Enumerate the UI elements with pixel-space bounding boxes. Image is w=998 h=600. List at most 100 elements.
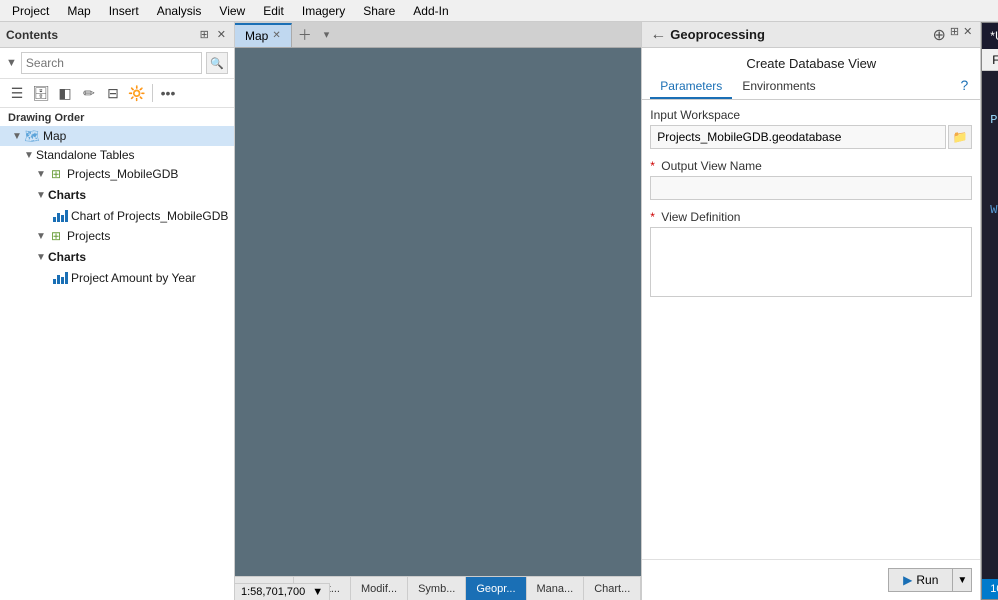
tree-chart2-label: Project Amount by Year xyxy=(71,271,196,285)
highlight-icon[interactable]: 🔆 xyxy=(126,82,148,104)
scale-dropdown-icon[interactable]: ▼ xyxy=(312,586,323,598)
menu-project[interactable]: Project xyxy=(4,2,57,20)
tree-standalone-tables[interactable]: ▼ Standalone Tables xyxy=(0,146,234,164)
pencil-icon[interactable]: ✏ xyxy=(78,82,100,104)
view-definition-label: * View Definition xyxy=(650,210,972,224)
expand-pmgdb-icon[interactable]: ▼ xyxy=(36,169,48,180)
charts-label-1: Charts xyxy=(48,186,86,204)
code-line-9: FROM cte xyxy=(990,489,998,507)
menu-share[interactable]: Share xyxy=(355,2,403,20)
contents-header: Contents ⊞ ✕ xyxy=(0,22,234,48)
search-input[interactable] xyxy=(21,52,202,74)
tree-item-map[interactable]: ▼ 🗺 Map xyxy=(0,126,234,146)
tab-symb[interactable]: Symb... xyxy=(408,577,466,600)
more-icon[interactable]: ••• xyxy=(157,82,179,104)
menu-analysis[interactable]: Analysis xyxy=(149,2,210,20)
geo-tab-environments[interactable]: Environments xyxy=(732,75,825,99)
pin-tab-icon[interactable]: ▾ xyxy=(318,24,336,45)
pin-icon[interactable]: ⊞ xyxy=(198,27,211,42)
geo-close-icon[interactable]: ✕ xyxy=(963,25,972,45)
notepad-zoom: 100% xyxy=(990,583,998,595)
tree-projects-mobilegdb[interactable]: ▼ ⊞ Projects_MobileGDB xyxy=(0,164,234,184)
geo-help-icon[interactable]: ? xyxy=(956,75,972,99)
menu-insert[interactable]: Insert xyxy=(101,2,147,20)
menu-imagery[interactable]: Imagery xyxy=(294,2,353,20)
notepad-content[interactable]: Projects_MobileGDB_FillerRows_VW WITH RE… xyxy=(982,71,998,579)
code-line-10: WHERE year_ < 2023 + (10) -1 xyxy=(990,543,998,561)
expand-charts1-icon[interactable]: ▼ xyxy=(36,190,48,201)
expand-tables-icon[interactable]: ▼ xyxy=(24,150,36,161)
output-view-row xyxy=(650,176,972,200)
map-area: Map ✕ ＋ ▾ 1:58,701,700 ▼ Catalog Creat..… xyxy=(235,22,641,600)
menu-addin[interactable]: Add-In xyxy=(405,2,456,20)
tree-map-label: Map xyxy=(43,129,66,143)
run-dropdown-button[interactable]: ▼ xyxy=(953,568,972,592)
tree-projects[interactable]: ▼ ⊞ Projects xyxy=(0,226,234,246)
layer-icon[interactable]: ◧ xyxy=(54,82,76,104)
tab-geopr[interactable]: Geopr... xyxy=(466,577,526,600)
required-marker-2: * xyxy=(650,210,655,224)
menu-map[interactable]: Map xyxy=(59,2,98,20)
geo-footer: ▶ Run ▼ xyxy=(642,559,980,600)
tree-chart-1[interactable]: Chart of Projects_MobileGDB xyxy=(0,206,234,226)
notepad-menu: File Edit Format View Help xyxy=(982,49,998,71)
workspace-browse-button[interactable]: 📁 xyxy=(948,125,972,149)
view-definition-textarea[interactable] xyxy=(650,227,972,297)
tree-chart-2[interactable]: Project Amount by Year xyxy=(0,268,234,288)
map-scale: 1:58,701,700 ▼ xyxy=(235,583,330,600)
input-workspace-field[interactable] xyxy=(650,125,946,149)
geo-tab-parameters[interactable]: Parameters xyxy=(650,75,732,99)
filter-icon: ▼ xyxy=(6,57,17,69)
tree-chart1-label: Chart of Projects_MobileGDB xyxy=(71,209,228,223)
output-view-name-group: * Output View Name xyxy=(650,159,972,200)
database-icon[interactable]: 🗄 xyxy=(30,82,52,104)
notepad-file-menu[interactable]: File xyxy=(986,52,998,68)
map-tab[interactable]: Map ✕ xyxy=(235,23,292,47)
tab-chart[interactable]: Chart... xyxy=(584,577,641,600)
panel-controls: ⊞ ✕ xyxy=(198,27,228,42)
menu-edit[interactable]: Edit xyxy=(255,2,292,20)
table-icon-2: ⊞ xyxy=(48,228,64,244)
tree-charts-header-1[interactable]: ▼ Charts xyxy=(0,184,234,206)
menu-view[interactable]: View xyxy=(211,2,253,20)
map-content xyxy=(235,48,641,576)
search-button[interactable]: 🔍 xyxy=(206,52,228,74)
standalone-tables-label: Standalone Tables xyxy=(36,148,135,162)
geo-title: Geoprocessing xyxy=(670,27,765,42)
geo-back-icon[interactable]: ← xyxy=(650,26,666,44)
code-line-8: SELECT year_ + 1 xyxy=(990,435,998,453)
map-tab-bar: Map ✕ ＋ ▾ xyxy=(235,22,641,48)
required-marker-1: * xyxy=(650,159,655,173)
notepad-title-bar: *Untitled - Notepad ─ □ ✕ xyxy=(982,23,998,49)
close-panel-icon[interactable]: ✕ xyxy=(215,27,228,42)
geo-nav: ← Geoprocessing xyxy=(650,26,765,44)
frame-icon[interactable]: ⊟ xyxy=(102,82,124,104)
output-view-name-field[interactable] xyxy=(650,176,972,200)
map-tab-close-icon[interactable]: ✕ xyxy=(272,30,280,41)
expand-map-icon[interactable]: ▼ xyxy=(12,131,24,142)
expand-charts2-icon[interactable]: ▼ xyxy=(36,252,48,263)
tab-mana[interactable]: Mana... xyxy=(527,577,585,600)
tab-modif[interactable]: Modif... xyxy=(351,577,408,600)
search-container: ▼ 🔍 xyxy=(0,48,234,79)
tree-charts-header-2[interactable]: ▼ Charts xyxy=(0,246,234,268)
chart-icon-2 xyxy=(52,270,68,286)
geo-pin-icon[interactable]: ⊞ xyxy=(950,25,959,45)
input-workspace-group: Input Workspace 📁 xyxy=(650,108,972,149)
map-icon: 🗺 xyxy=(24,128,40,144)
table-icon-1: ⊞ xyxy=(48,166,64,182)
toolbar-row: ☰ 🗄 ◧ ✏ ⊟ 🔆 ••• xyxy=(0,79,234,108)
add-tab-icon[interactable]: ＋ xyxy=(292,22,318,49)
contents-title: Contents xyxy=(6,28,58,42)
expand-projects-icon[interactable]: ▼ xyxy=(36,231,48,242)
scale-value: 1:58,701,700 xyxy=(241,586,305,598)
geoprocessing-panel: ← Geoprocessing ⊕ ⊞ ✕ Create Database Vi… xyxy=(641,22,981,600)
code-line-3: WITH RECURSIVE cte AS ( xyxy=(990,201,998,219)
geo-add-icon[interactable]: ⊕ xyxy=(932,25,945,45)
geo-header: ← Geoprocessing ⊕ ⊞ ✕ xyxy=(642,22,980,48)
geo-sub-title: Create Database View xyxy=(642,48,980,75)
geo-content: Input Workspace 📁 * Output View Name xyxy=(642,100,980,559)
menu-bar: Project Map Insert Analysis View Edit Im… xyxy=(0,0,998,22)
run-button[interactable]: ▶ Run xyxy=(888,568,953,592)
list-view-icon[interactable]: ☰ xyxy=(6,82,28,104)
